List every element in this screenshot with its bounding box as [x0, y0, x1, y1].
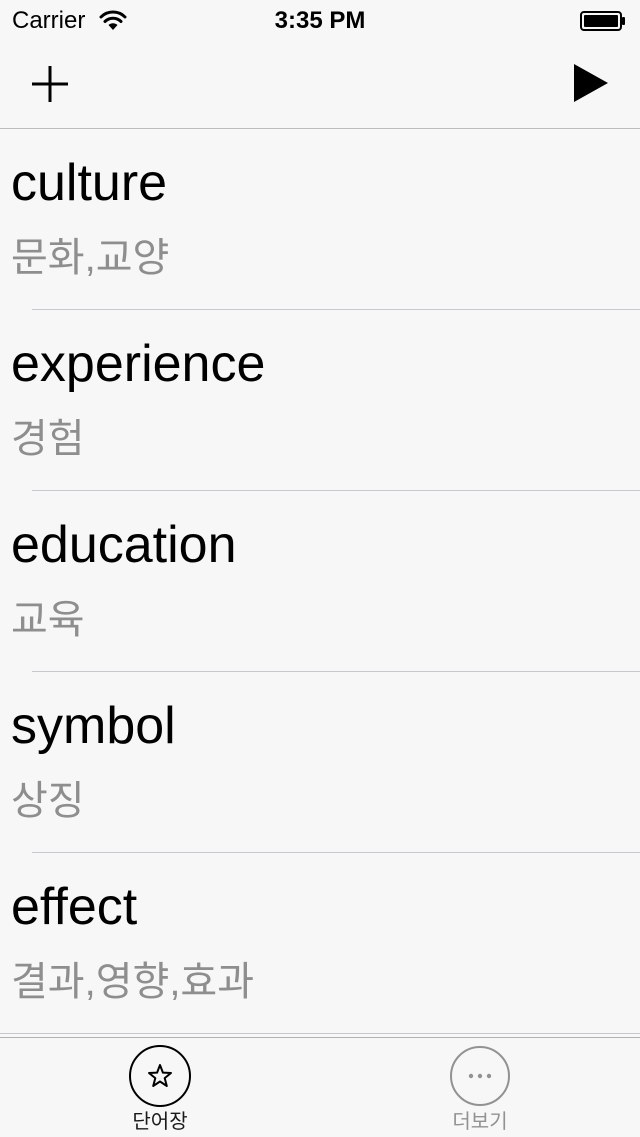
tab-more[interactable]: 더보기: [320, 1038, 640, 1137]
word-text: symbol: [11, 697, 176, 755]
word-text: experience: [11, 335, 266, 393]
status-bar: Carrier 3:35 PM: [0, 0, 640, 40]
word-row[interactable]: symbol 상징: [0, 672, 640, 853]
word-meaning: 경험: [11, 417, 85, 461]
add-word-button[interactable]: [24, 58, 76, 110]
word-meaning: 결과,영향,효과: [11, 960, 255, 1004]
tab-wordbook-label: 단어장: [132, 1111, 188, 1133]
word-row[interactable]: experience 경험: [0, 310, 640, 491]
word-meaning: 문화,교양: [11, 236, 170, 280]
nav-bar: [0, 40, 640, 129]
word-row[interactable]: effect 결과,영향,효과: [0, 853, 640, 1034]
word-meaning: 교육: [11, 598, 85, 642]
status-time: 3:35 PM: [274, 7, 366, 34]
play-icon: [574, 64, 608, 102]
word-row[interactable]: education 교육: [0, 491, 640, 672]
word-list: culture 문화,교양 experience 경험 education 교육…: [0, 129, 640, 1034]
plus-icon: [32, 66, 68, 102]
play-button[interactable]: [566, 60, 618, 106]
word-text: culture: [11, 154, 168, 212]
word-row[interactable]: culture 문화,교양: [0, 129, 640, 310]
battery-icon: [580, 11, 625, 31]
more-icon: [450, 1046, 510, 1106]
tab-more-label: 더보기: [452, 1111, 508, 1133]
word-text: education: [11, 516, 237, 574]
word-meaning: 상징: [11, 779, 85, 823]
word-text: effect: [11, 878, 138, 936]
tab-bar: 단어장 더보기: [0, 1037, 640, 1137]
tab-wordbook[interactable]: 단어장: [0, 1038, 320, 1137]
star-icon: [129, 1045, 191, 1107]
